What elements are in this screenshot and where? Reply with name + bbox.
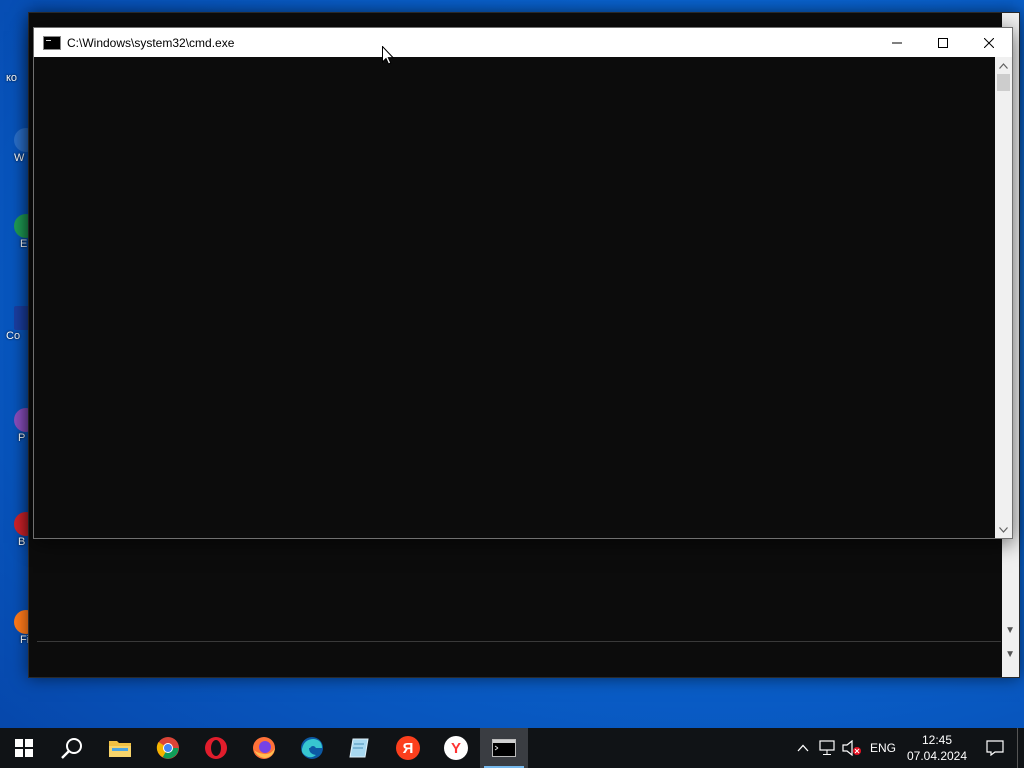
system-tray: ENG 12:45 07.04.2024 (791, 728, 1024, 768)
action-center-button[interactable] (973, 728, 1017, 768)
console-divider (37, 641, 1001, 642)
start-button[interactable] (0, 728, 48, 768)
scroll-down-button[interactable] (995, 521, 1012, 538)
vertical-scrollbar[interactable] (995, 57, 1012, 538)
cmd-window[interactable]: C:\Windows\system32\cmd.exe (33, 27, 1013, 539)
clock-date: 07.04.2024 (906, 749, 968, 763)
mouse-cursor-icon (382, 46, 394, 65)
scroll-thumb[interactable] (997, 74, 1010, 91)
console-output[interactable] (34, 57, 995, 538)
window-controls (874, 28, 1012, 57)
scroll-up-button[interactable] (995, 57, 1012, 74)
scroll-down-icon[interactable]: ▼ (1005, 625, 1015, 636)
taskbar-yandex[interactable]: Я (384, 728, 432, 768)
search-button[interactable] (48, 728, 96, 768)
volume-button[interactable] (839, 728, 865, 768)
taskbar-cmd[interactable] (480, 728, 528, 768)
notepad-icon (349, 738, 369, 758)
volume-muted-icon (842, 740, 861, 756)
taskbar-chrome[interactable] (144, 728, 192, 768)
chrome-icon (156, 737, 179, 759)
taskbar-firefox[interactable] (240, 728, 288, 768)
maximize-button[interactable] (920, 28, 966, 57)
opera-icon (205, 737, 227, 759)
search-icon (61, 738, 82, 759)
network-button[interactable] (815, 728, 839, 768)
edge-icon (301, 737, 323, 759)
language-indicator[interactable]: ENG (865, 728, 901, 768)
scroll-down-icon[interactable]: ▼ (1005, 649, 1015, 660)
chevron-down-icon (999, 526, 1008, 533)
close-button[interactable] (966, 28, 1012, 57)
close-icon (984, 37, 994, 48)
taskbar-notepad[interactable] (336, 728, 384, 768)
minimize-button[interactable] (874, 28, 920, 57)
taskbar-file-explorer[interactable] (96, 728, 144, 768)
taskbar: Я Y ENG 12:45 07.04.2024 (0, 728, 1024, 768)
title-bar[interactable]: C:\Windows\system32\cmd.exe (34, 28, 1012, 57)
cmd-icon (492, 739, 516, 757)
chevron-up-icon (999, 62, 1008, 69)
show-desktop-button[interactable] (1017, 728, 1024, 768)
yandex-browser-icon: Y (444, 736, 468, 760)
minimize-icon (892, 42, 902, 43)
firefox-icon (253, 737, 275, 759)
yandex-icon: Я (396, 736, 420, 760)
clock-time: 12:45 (921, 733, 953, 747)
clock[interactable]: 12:45 07.04.2024 (901, 728, 973, 768)
cmd-icon (43, 35, 61, 50)
windows-logo-icon (15, 739, 33, 757)
window-title: C:\Windows\system32\cmd.exe (67, 35, 235, 50)
network-icon (819, 740, 835, 755)
taskbar-yandex-browser[interactable]: Y (432, 728, 480, 768)
notification-icon (986, 740, 1004, 756)
folder-icon (109, 741, 131, 757)
chevron-up-icon (797, 744, 809, 752)
show-hidden-icons-button[interactable] (791, 728, 815, 768)
taskbar-opera[interactable] (192, 728, 240, 768)
taskbar-edge[interactable] (288, 728, 336, 768)
maximize-icon (938, 37, 948, 48)
